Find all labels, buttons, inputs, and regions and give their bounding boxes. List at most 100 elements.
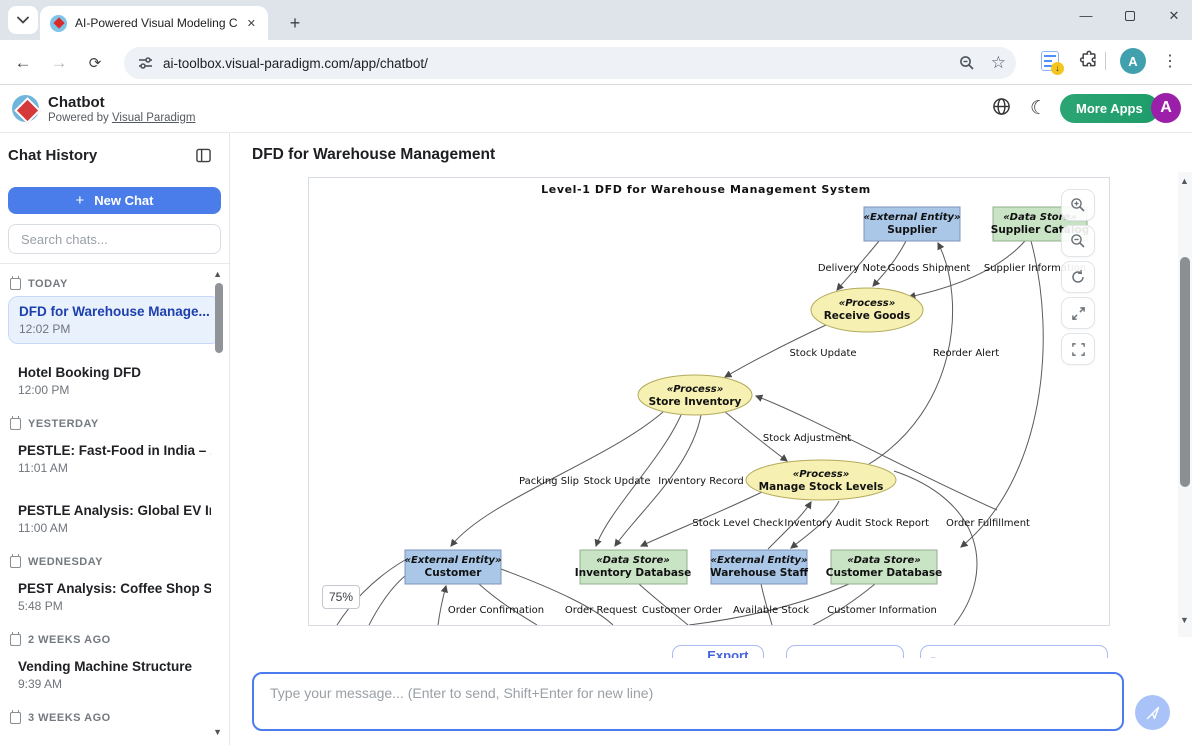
dfd-node-receive-goods: «Process» Receive Goods — [811, 288, 923, 332]
section-header-yesterday: YESTERDAY — [10, 418, 229, 430]
message-input[interactable] — [252, 672, 1124, 731]
svg-text:«Process»: «Process» — [839, 298, 895, 309]
minimize-icon[interactable]: — — [1078, 8, 1094, 24]
chat-item-title: Vending Machine Structure — [18, 659, 211, 674]
more-apps-button[interactable]: More Apps — [1060, 94, 1159, 123]
chat-item-time: 12:02 PM — [19, 322, 210, 336]
chat-item-time: 11:00 AM — [18, 521, 211, 535]
chat-item-title: PESTLE: Fast-Food in India – ... — [18, 443, 211, 458]
svg-text:«External Entity»: «External Entity» — [710, 555, 807, 566]
main-scrollbar-thumb[interactable] — [1180, 257, 1190, 487]
chat-item[interactable]: PESTLE: Fast-Food in India – ... 11:01 A… — [8, 436, 221, 482]
svg-text:Goods Shipment: Goods Shipment — [888, 263, 971, 274]
svg-text:Inventory Record: Inventory Record — [658, 476, 744, 487]
calendar-icon — [10, 712, 21, 724]
sidebar-scroll-up-icon[interactable]: ▲ — [213, 269, 222, 279]
chat-item-time: 9:39 AM — [18, 677, 211, 691]
extensions-puzzle-icon[interactable] — [1079, 49, 1099, 74]
svg-text:Stock Level Check: Stock Level Check — [692, 518, 783, 529]
svg-text:Inventory Database: Inventory Database — [575, 567, 692, 579]
section-header-3-weeks-ago: 3 WEEKS AGO — [10, 712, 229, 724]
svg-text:Manage Stock Levels: Manage Stock Levels — [759, 481, 884, 493]
browser-tab[interactable]: AI-Powered Visual Modeling Ch ✕ — [40, 6, 268, 40]
chat-item-title: Hotel Booking DFD — [18, 365, 211, 380]
calendar-icon — [10, 634, 21, 646]
reload-button[interactable]: ⟳ — [82, 50, 108, 76]
calendar-icon — [10, 418, 21, 430]
new-chat-label: New Chat — [94, 193, 153, 208]
tab-strip: AI-Powered Visual Modeling Ch ✕ + — ✕ — [0, 0, 1192, 40]
address-bar[interactable]: ai-toolbox.visual-paradigm.com/app/chatb… — [124, 47, 1016, 79]
new-chat-button[interactable]: + New Chat — [8, 187, 221, 214]
section-header-2-weeks-ago: 2 WEEKS AGO — [10, 634, 229, 646]
chat-item[interactable]: PESTLE Analysis: Global EV In... 11:00 A… — [8, 496, 221, 542]
search-chats-input[interactable] — [8, 224, 221, 254]
browser-menu-icon[interactable]: ⋮ — [1162, 51, 1178, 71]
site-info-icon[interactable] — [138, 56, 153, 70]
new-tab-button[interactable]: + — [282, 10, 308, 36]
svg-text:Reorder Alert: Reorder Alert — [933, 348, 999, 359]
back-button[interactable]: ← — [10, 50, 36, 76]
chevron-down-icon — [17, 16, 29, 24]
dfd-diagram: Level-1 DFD for Warehouse Management Sys… — [308, 177, 1110, 626]
svg-text:Warehouse Staff: Warehouse Staff — [710, 567, 808, 579]
forward-button[interactable]: → — [46, 50, 72, 76]
dfd-node-store-inventory: «Process» Store Inventory — [638, 375, 752, 415]
doc-badge-icon: ↓ — [1051, 62, 1064, 75]
chat-item-time: 11:01 AM — [18, 461, 211, 475]
visual-paradigm-favicon-icon — [50, 15, 67, 32]
svg-text:Inventory Audit: Inventory Audit — [784, 518, 861, 529]
sidebar-collapse-icon[interactable] — [196, 148, 211, 168]
language-globe-icon[interactable] — [992, 97, 1011, 121]
bookmark-star-icon[interactable]: ☆ — [991, 53, 1006, 73]
chat-item[interactable]: Vending Machine Structure 9:39 AM — [8, 652, 221, 698]
sidebar-scroll-down-icon[interactable]: ▼ — [213, 727, 222, 737]
section-header-today: TODAY — [10, 278, 229, 290]
url-text[interactable]: ai-toolbox.visual-paradigm.com/app/chatb… — [163, 56, 959, 71]
svg-text:Store Inventory: Store Inventory — [649, 396, 742, 408]
diagram-title: Level-1 DFD for Warehouse Management Sys… — [541, 183, 871, 196]
chat-item-selected[interactable]: DFD for Warehouse Manage... 12:02 PM — [8, 296, 221, 344]
close-icon[interactable]: ✕ — [1166, 8, 1182, 24]
chat-item[interactable]: Hotel Booking DFD 12:00 PM — [8, 358, 221, 404]
send-button[interactable] — [1135, 695, 1170, 730]
dark-mode-moon-icon[interactable]: ☾ — [1030, 97, 1047, 120]
svg-text:Order Request: Order Request — [565, 605, 637, 616]
svg-text:Stock Adjustment: Stock Adjustment — [763, 433, 851, 444]
sidebar: Chat History +New Chat TODAY DFD for War… — [0, 133, 230, 745]
zoom-out-button[interactable] — [1061, 225, 1095, 257]
svg-text:«Data Store»: «Data Store» — [847, 555, 921, 566]
dfd-node-customer: «External Entity» Customer — [404, 550, 501, 584]
reading-list-icon[interactable]: ↓ — [1041, 51, 1059, 71]
expand-button[interactable] — [1061, 297, 1095, 329]
main-scroll-down-icon[interactable]: ▼ — [1180, 615, 1189, 625]
svg-text:«Data Store»: «Data Store» — [596, 555, 670, 566]
svg-text:Order Confirmation: Order Confirmation — [448, 605, 544, 616]
maximize-icon[interactable] — [1122, 8, 1138, 24]
zoom-level-badge: 75% — [322, 585, 360, 609]
svg-text:«Process»: «Process» — [667, 384, 723, 395]
sidebar-scrollbar[interactable] — [215, 283, 223, 353]
chat-item[interactable]: PEST Analysis: Coffee Shop S... 5:48 PM — [8, 574, 221, 620]
svg-text:Stock Update: Stock Update — [583, 476, 650, 487]
zoom-in-button[interactable] — [1061, 189, 1095, 221]
zoom-page-icon[interactable] — [959, 55, 975, 71]
tab-search-button[interactable] — [8, 6, 38, 34]
tab-close-icon[interactable]: ✕ — [243, 15, 260, 32]
dfd-svg: Level-1 DFD for Warehouse Management Sys… — [309, 178, 1109, 625]
svg-text:Customer Order: Customer Order — [642, 605, 723, 616]
user-avatar[interactable]: A — [1151, 93, 1181, 123]
toolbar-separator — [1105, 52, 1106, 70]
fullscreen-button[interactable] — [1061, 333, 1095, 365]
browser-profile-avatar[interactable]: A — [1120, 48, 1146, 74]
chat-item-time: 12:00 PM — [18, 383, 211, 397]
browser-window: AI-Powered Visual Modeling Ch ✕ + — ✕ ← … — [0, 0, 1192, 745]
window-controls: — ✕ — [1078, 8, 1182, 24]
reset-view-button[interactable] — [1061, 261, 1095, 293]
tab-title: AI-Powered Visual Modeling Ch — [75, 16, 237, 30]
main-scroll-up-icon[interactable]: ▲ — [1180, 176, 1189, 186]
calendar-icon — [10, 556, 21, 568]
svg-text:Delivery Note: Delivery Note — [818, 263, 886, 274]
plus-icon: + — [76, 192, 85, 209]
visual-paradigm-link[interactable]: Visual Paradigm — [112, 112, 196, 124]
